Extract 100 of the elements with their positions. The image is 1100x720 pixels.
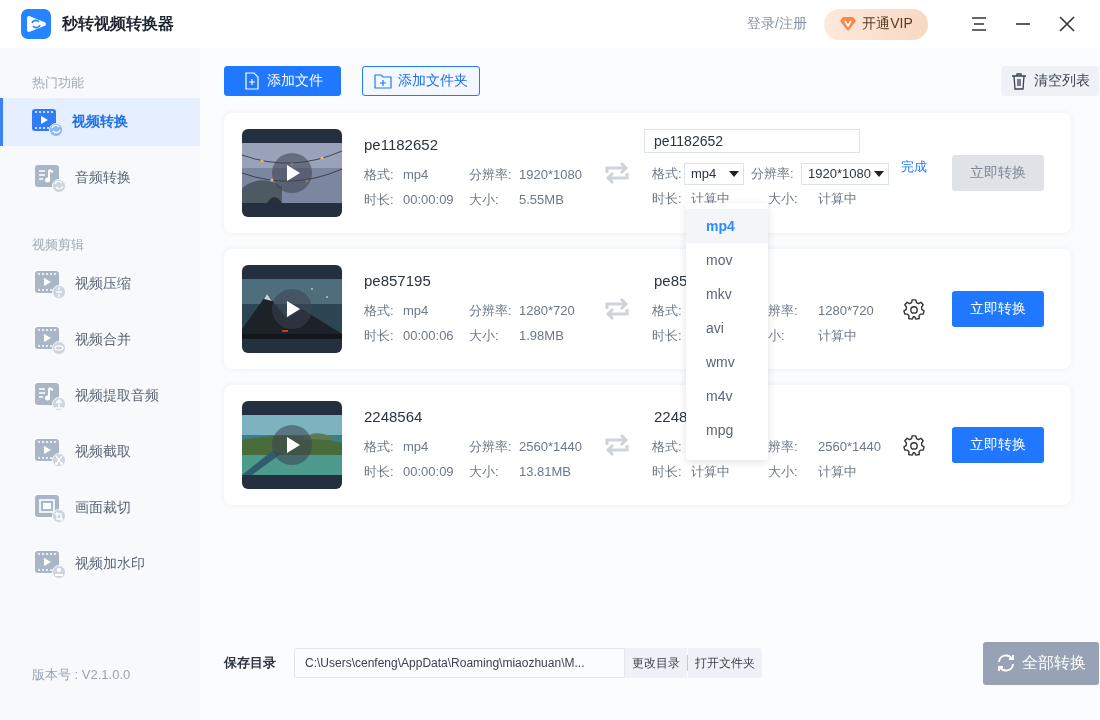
field-value: 计算中 — [690, 462, 731, 481]
file-name: pe85 — [653, 271, 689, 291]
done-link[interactable]: 完成 — [901, 158, 927, 176]
field-value: 00:00:09 — [403, 192, 455, 207]
field-label: 格式: — [364, 437, 395, 456]
section-title: 视频剪辑 — [31, 236, 85, 254]
convert-button[interactable]: 立即转换 — [952, 427, 1044, 463]
version-label: 版本号 : V2.1.0.0 — [31, 666, 132, 684]
field-label: 分辨率: — [469, 165, 513, 184]
swap-icon — [603, 160, 631, 186]
field-label: 时长: — [364, 190, 395, 209]
folder-plus-icon — [374, 72, 392, 90]
film-icon — [34, 325, 66, 355]
trash-icon — [1010, 72, 1028, 90]
sidebar-item[interactable]: 视频压缩 — [0, 260, 200, 308]
file-name: pe857195 — [364, 271, 432, 291]
field-value: 5.55MB — [519, 192, 564, 207]
convert-button[interactable]: 立即转换 — [952, 291, 1044, 327]
settings-icon[interactable] — [903, 434, 925, 456]
field-label: 大小: — [469, 462, 500, 481]
music-file-icon — [34, 381, 66, 411]
menu-icon[interactable] — [970, 15, 988, 33]
field-value: mp4 — [403, 303, 430, 318]
app-title: 秒转视频转换器 — [62, 13, 174, 34]
field-label: 辨率: — [768, 437, 799, 456]
field-label: 大小: — [469, 326, 500, 345]
field-value: 1280*720 — [519, 303, 575, 318]
field-value: 1.98MB — [519, 328, 564, 343]
field-value: 2560*1440 — [818, 439, 881, 454]
field-value: 计算中 — [818, 326, 857, 345]
field-label: 时长: — [364, 462, 395, 481]
vip-button[interactable]: 开通VIP — [824, 8, 928, 40]
file-name: pe1182652 — [364, 135, 439, 155]
swap-icon — [603, 432, 631, 458]
field-value: mp4 — [403, 439, 430, 454]
field-value: 计算中 — [818, 189, 857, 208]
login-link[interactable]: 登录/注册 — [747, 15, 807, 33]
film-icon — [31, 107, 63, 137]
field-label: 时长: — [652, 326, 683, 345]
file-name: 2248564 — [364, 407, 424, 427]
caret-icon — [874, 170, 884, 177]
path-field[interactable]: C:\Users\cenfeng\AppData\Roaming\miaozhuan\M... — [294, 648, 625, 678]
field-label: 小: — [768, 326, 786, 345]
settings-icon[interactable] — [903, 298, 925, 320]
film-icon — [34, 269, 66, 299]
sidebar-item[interactable]: 音频转换 — [0, 154, 200, 202]
frame-icon — [34, 493, 66, 523]
format-option[interactable]: wmv — [686, 345, 768, 379]
add-file-button[interactable]: 添加文件 — [224, 66, 341, 96]
format-option[interactable]: mkv — [686, 277, 768, 311]
field-value: 计算中 — [818, 462, 857, 481]
film-icon — [34, 437, 66, 467]
field-label: 大小: — [768, 189, 799, 208]
format-option[interactable]: m4v — [686, 379, 768, 413]
swap-icon — [603, 296, 631, 322]
field-label: 格式: — [364, 165, 395, 184]
format-option[interactable]: mp4 — [686, 209, 768, 243]
file-name: 2248 — [653, 407, 689, 427]
field-value: 1920*1080 — [519, 167, 582, 182]
resolution-select[interactable]: 1920*1080 — [801, 162, 889, 185]
field-value: 1280*720 — [818, 303, 874, 318]
format-select[interactable]: mp4 — [684, 162, 744, 185]
sidebar-item[interactable]: 画面裁切 — [0, 484, 200, 532]
field-label: 分辨率: — [469, 437, 513, 456]
gem-icon — [839, 16, 858, 32]
field-value: 00:00:09 — [403, 464, 455, 479]
field-label: 格式: — [652, 164, 683, 183]
field-label: 格式: — [652, 301, 683, 320]
field-value: 2560*1440 — [519, 439, 582, 454]
sidebar-item[interactable]: 视频截取 — [0, 428, 200, 476]
clear-list-button[interactable]: 清空列表 — [1001, 66, 1099, 96]
field-label: 格式: — [364, 301, 395, 320]
play-icon[interactable] — [272, 425, 312, 465]
save-folder-label: 保存目录 — [224, 654, 277, 672]
name-input-field[interactable]: pe1182652 — [644, 129, 860, 153]
field-value: mp4 — [403, 167, 430, 182]
open-folder-button[interactable]: 打开文件夹 — [688, 648, 762, 678]
close-icon[interactable] — [1058, 15, 1076, 33]
field-value: 13.81MB — [519, 464, 572, 479]
sidebar-item[interactable]: 视频合并 — [0, 316, 200, 364]
film-icon — [34, 549, 66, 579]
add-folder-button[interactable]: 添加文件夹 — [362, 66, 480, 96]
change-folder-button[interactable]: 更改目录 — [625, 648, 687, 678]
field-label: 格式: — [652, 437, 683, 456]
field-value: 00:00:06 — [403, 328, 455, 343]
play-icon[interactable] — [272, 153, 312, 193]
sidebar-item[interactable]: 视频转换 — [0, 98, 200, 146]
format-option[interactable]: avi — [686, 311, 768, 345]
field-label: 大小: — [768, 462, 799, 481]
field-label: 时长: — [652, 189, 683, 208]
sidebar-item[interactable]: 视频提取音频 — [0, 372, 200, 420]
field-label: 时长: — [652, 462, 683, 481]
field-label: 辨率: — [768, 301, 799, 320]
format-option[interactable]: mpg — [686, 413, 768, 447]
play-icon[interactable] — [272, 289, 312, 329]
field-label: 大小: — [469, 190, 500, 209]
field-label: 时长: — [364, 326, 395, 345]
sidebar-item[interactable]: 视频加水印 — [0, 540, 200, 588]
caret-icon — [729, 170, 739, 177]
format-option[interactable]: mov — [686, 243, 768, 277]
